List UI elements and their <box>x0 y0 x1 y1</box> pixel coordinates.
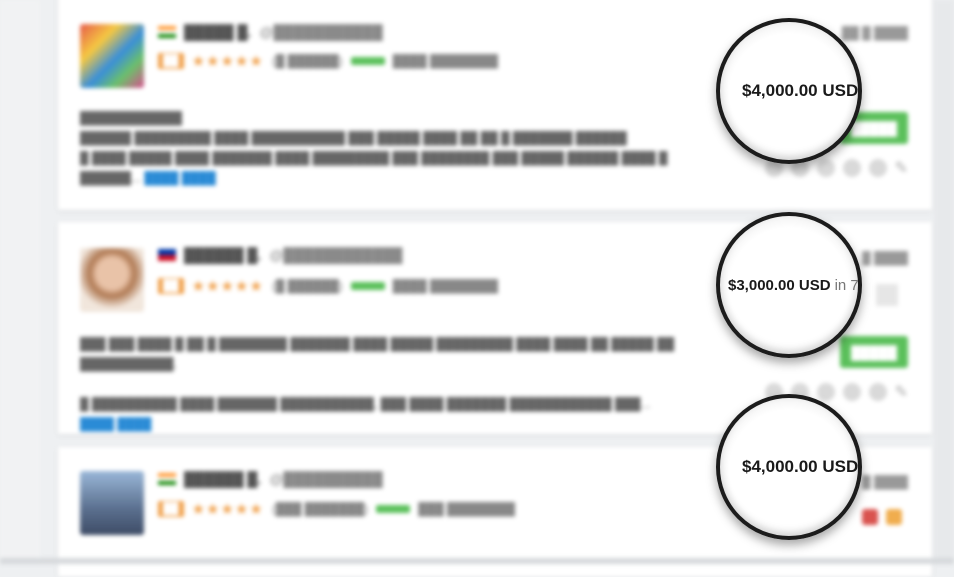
rating-score: ██ <box>158 501 184 517</box>
edit-note-icon[interactable]: ✎ <box>895 382 908 402</box>
freelancer-handle: @███████████ <box>259 24 383 40</box>
more-icon[interactable] <box>868 383 887 401</box>
magnifier-lens: $4,000.00 USD <box>716 394 862 540</box>
more-icon[interactable] <box>868 159 887 177</box>
right-scroll-area <box>934 0 954 564</box>
proposal-text: ███ ███ ████ █ ██ █ ████████ ███████ ███… <box>80 337 675 431</box>
rating-row: ██ ★★★★★ (███ ███████) ███ ████████ <box>158 500 515 518</box>
read-more-link[interactable]: ████ ████ <box>80 417 151 431</box>
bottom-bar <box>0 558 954 564</box>
bid-amount: $3,000.00 USD in 7 <box>728 276 859 294</box>
delivery-days: █ ████ <box>862 475 908 489</box>
freelancer-handle: @██████████ <box>269 471 383 487</box>
freelancer-handle: @████████████ <box>269 247 403 263</box>
delivery-days: █ ████ <box>862 251 908 265</box>
star-rating-icon: ★★★★★ <box>191 501 264 518</box>
bid-amount: $4,000.00 USD <box>742 457 859 476</box>
star-rating-icon: ★★★★★ <box>191 278 264 295</box>
edit-note-icon[interactable]: ✎ <box>895 158 908 178</box>
rating-row: ██ ★★★★★ (█ ██████) ████ ████████ <box>158 277 498 295</box>
magnifier-lens: $4,000.00 USD <box>716 18 862 164</box>
earnings-bar <box>350 282 385 290</box>
shortlist-icon[interactable] <box>816 159 835 177</box>
flag-icon <box>158 26 176 38</box>
freelancer-name-row: █████ █. @███████████ <box>158 24 383 40</box>
earnings-bar <box>376 505 411 513</box>
completion-rate: ████ ████████ <box>392 54 499 68</box>
rating-score: ██ <box>158 53 184 69</box>
freelancer-name-row: ██████ █. @████████████ <box>158 247 402 263</box>
avatar[interactable] <box>80 24 144 88</box>
freelancer-name[interactable]: ██████ █. <box>184 247 261 263</box>
reviews-count[interactable]: (███ ███████) <box>272 502 368 516</box>
delivery-days: ██ █ ████ <box>841 26 908 40</box>
flag-icon <box>158 473 176 485</box>
freelancer-name[interactable]: ██████ █. <box>184 471 261 487</box>
avatar[interactable] <box>80 471 144 535</box>
shortlist-icon[interactable] <box>816 383 835 401</box>
flag-icon <box>158 249 176 261</box>
badge-icon <box>886 509 902 525</box>
bid-delivery-text: in 7 <box>834 276 859 294</box>
hide-icon[interactable] <box>842 159 861 177</box>
hide-icon[interactable] <box>842 383 861 401</box>
completion-rate: ████ ████████ <box>392 279 499 293</box>
reviews-count[interactable]: (█ ██████) <box>272 54 343 68</box>
earnings-bar <box>350 57 385 65</box>
reviews-count[interactable]: (█ ██████) <box>272 279 343 293</box>
award-button[interactable]: █████ <box>840 336 908 368</box>
left-gutter <box>0 0 40 564</box>
proposal-text: ████████████ ██████ █████████ ████ █████… <box>80 111 668 185</box>
freelancer-name-row: ██████ █. @██████████ <box>158 471 383 487</box>
avatar[interactable] <box>80 248 144 312</box>
magnifier-lens: $3,000.00 USD in 7 <box>716 212 862 358</box>
star-rating-icon: ★★★★★ <box>191 53 264 70</box>
chat-icon[interactable] <box>876 284 898 306</box>
freelancer-name[interactable]: █████ █. <box>184 24 251 40</box>
read-more-link[interactable]: ████ ████ <box>144 171 215 185</box>
bid-amount: $4,000.00 USD <box>742 81 859 100</box>
completion-rate: ███ ████████ <box>418 502 516 516</box>
rating-score: ██ <box>158 278 184 294</box>
rating-row: ██ ★★★★★ (█ ██████) ████ ████████ <box>158 52 498 70</box>
badge-icons <box>862 509 902 525</box>
badge-icon <box>862 509 878 525</box>
